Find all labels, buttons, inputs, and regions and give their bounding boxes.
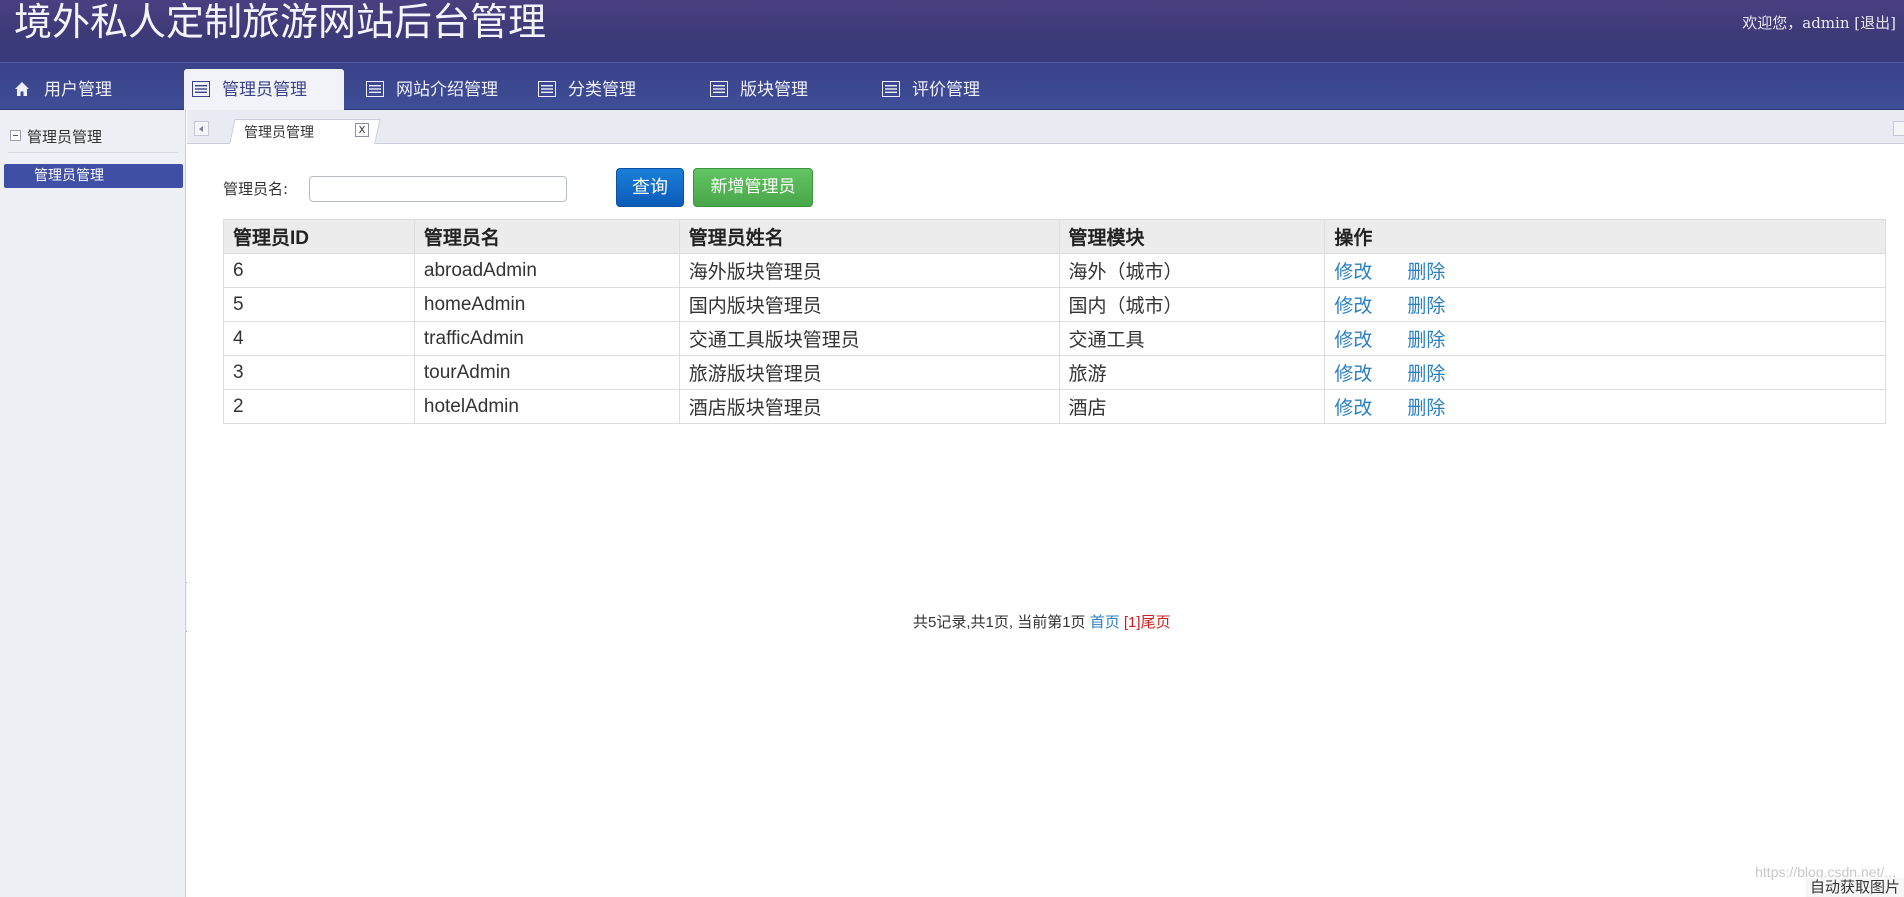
- cell-admin-realname: 国内版块管理员: [678, 287, 1060, 322]
- cell-admin-name: homeAdmin: [413, 287, 680, 322]
- cell-module: 酒店: [1058, 389, 1326, 424]
- first-page-link[interactable]: 首页: [1090, 614, 1120, 631]
- cell-admin-id: 2: [223, 389, 415, 424]
- edit-link[interactable]: 修改: [1334, 364, 1372, 385]
- pagination-inner: 共5记录,共1页, 当前第1页 首页 [1]尾页: [913, 611, 1171, 632]
- cell-admin-realname: 海外版块管理员: [678, 253, 1060, 288]
- sidebar-item-admin-management[interactable]: 管理员管理: [4, 164, 183, 188]
- app-title: 境外私人定制旅游网站后台管理: [14, 0, 547, 44]
- column-header: 管理模块: [1058, 219, 1326, 254]
- home-icon: [14, 81, 32, 97]
- cell-actions: 修改 删除: [1324, 253, 1886, 288]
- table-row: 4 trafficAdmin 交通工具版块管理员 交通工具 修改 删除: [223, 321, 1886, 356]
- cell-admin-realname: 旅游版块管理员: [678, 355, 1060, 390]
- main-content: 管理员名: 查询 新增管理员 管理员ID 管理员名 管理员姓名 管理模块 操作 …: [187, 144, 1904, 897]
- table-row: 2 hotelAdmin 酒店版块管理员 酒店 修改 删除: [223, 389, 1886, 424]
- column-header: 管理员姓名: [678, 219, 1060, 254]
- tab-scroll-left-icon[interactable]: [194, 121, 209, 136]
- nav-section-management[interactable]: 版块管理: [710, 69, 808, 111]
- column-header: 管理员ID: [223, 219, 415, 254]
- welcome-text: 欢迎您，admin: [1742, 14, 1850, 32]
- sidebar-group-label: 管理员管理: [27, 128, 103, 146]
- app-header: 境外私人定制旅游网站后台管理 欢迎您，admin [退出]: [0, 0, 1904, 62]
- cell-actions: 修改 删除: [1324, 355, 1886, 390]
- nav-admin-management[interactable]: 管理员管理: [184, 69, 344, 112]
- nav-review-management[interactable]: 评价管理: [882, 69, 980, 111]
- list-icon: [710, 81, 728, 97]
- sidebar-divider: [8, 152, 178, 153]
- table-row: 5 homeAdmin 国内版块管理员 国内（城市） 修改 删除: [223, 287, 1886, 322]
- cell-admin-id: 6: [223, 253, 415, 288]
- search-label: 管理员名:: [223, 180, 289, 198]
- logout-link[interactable]: [退出]: [1854, 14, 1896, 32]
- sidebar: 管理员管理 管理员管理: [0, 110, 186, 897]
- pagination-summary: 共5记录,共1页, 当前第1页: [913, 614, 1086, 631]
- nav-category-management[interactable]: 分类管理: [538, 69, 636, 111]
- table-row: 3 tourAdmin 旅游版块管理员 旅游 修改 删除: [223, 355, 1886, 390]
- list-icon: [538, 81, 556, 97]
- delete-link[interactable]: 删除: [1407, 296, 1445, 317]
- nav-site-intro-management[interactable]: 网站介绍管理: [366, 69, 498, 111]
- nav-label: 管理员管理: [222, 80, 307, 100]
- column-header: 操作: [1324, 219, 1886, 254]
- tab-scroll-right-icon[interactable]: [1893, 121, 1904, 136]
- cell-module: 海外（城市）: [1058, 253, 1326, 288]
- cell-module: 旅游: [1058, 355, 1326, 390]
- edit-link[interactable]: 修改: [1334, 330, 1372, 351]
- tab-strip: 管理员管理 x: [187, 110, 1904, 145]
- nav-label: 评价管理: [912, 80, 980, 100]
- top-nav: 用户管理 管理员管理 网站介绍管理 分类管理 版块管理 评价管理: [0, 62, 1904, 112]
- cell-admin-id: 5: [223, 287, 415, 322]
- cell-admin-name: trafficAdmin: [413, 321, 680, 356]
- list-icon: [192, 81, 210, 97]
- admin-name-input[interactable]: [309, 176, 567, 202]
- current-page-link[interactable]: [1]: [1124, 614, 1141, 631]
- edit-link[interactable]: 修改: [1334, 262, 1372, 283]
- cell-admin-realname: 酒店版块管理员: [678, 389, 1060, 424]
- cell-module: 国内（城市）: [1058, 287, 1326, 322]
- cell-admin-name: tourAdmin: [413, 355, 680, 390]
- query-button[interactable]: 查询: [616, 168, 684, 207]
- add-admin-button[interactable]: 新增管理员: [693, 168, 813, 207]
- cell-admin-id: 4: [223, 321, 415, 356]
- admin-table: 管理员ID 管理员名 管理员姓名 管理模块 操作 6 abroadAdmin 海…: [223, 219, 1886, 424]
- table-row: 6 abroadAdmin 海外版块管理员 海外（城市） 修改 删除: [223, 253, 1886, 288]
- cell-admin-name: abroadAdmin: [413, 253, 680, 288]
- list-icon: [366, 81, 384, 97]
- table-header-row: 管理员ID 管理员名 管理员姓名 管理模块 操作: [223, 219, 1886, 254]
- edit-link[interactable]: 修改: [1334, 296, 1372, 317]
- auto-image-label[interactable]: 自动获取图片: [1805, 878, 1904, 897]
- delete-link[interactable]: 删除: [1407, 364, 1445, 385]
- close-icon[interactable]: x: [355, 123, 369, 137]
- welcome-area: 欢迎您，admin [退出]: [1742, 12, 1896, 33]
- cell-actions: 修改 删除: [1324, 287, 1886, 322]
- tab-label[interactable]: 管理员管理: [244, 122, 314, 142]
- cell-actions: 修改 删除: [1324, 389, 1886, 424]
- nav-label: 网站介绍管理: [396, 80, 498, 100]
- cell-actions: 修改 删除: [1324, 321, 1886, 356]
- column-header: 管理员名: [413, 219, 680, 254]
- sidebar-group-header[interactable]: 管理员管理: [10, 126, 102, 147]
- nav-label: 分类管理: [568, 80, 636, 100]
- cell-admin-realname: 交通工具版块管理员: [678, 321, 1060, 356]
- nav-label: 版块管理: [740, 80, 808, 100]
- nav-label: 用户管理: [44, 80, 112, 100]
- collapse-icon[interactable]: [10, 130, 21, 141]
- list-icon: [882, 81, 900, 97]
- nav-user-management[interactable]: 用户管理: [14, 69, 112, 111]
- last-page-link[interactable]: 尾页: [1141, 614, 1171, 631]
- cell-admin-name: hotelAdmin: [413, 389, 680, 424]
- delete-link[interactable]: 删除: [1407, 330, 1445, 351]
- cell-admin-id: 3: [223, 355, 415, 390]
- edit-link[interactable]: 修改: [1334, 398, 1372, 419]
- delete-link[interactable]: 删除: [1407, 262, 1445, 283]
- cell-module: 交通工具: [1058, 321, 1326, 356]
- delete-link[interactable]: 删除: [1407, 398, 1445, 419]
